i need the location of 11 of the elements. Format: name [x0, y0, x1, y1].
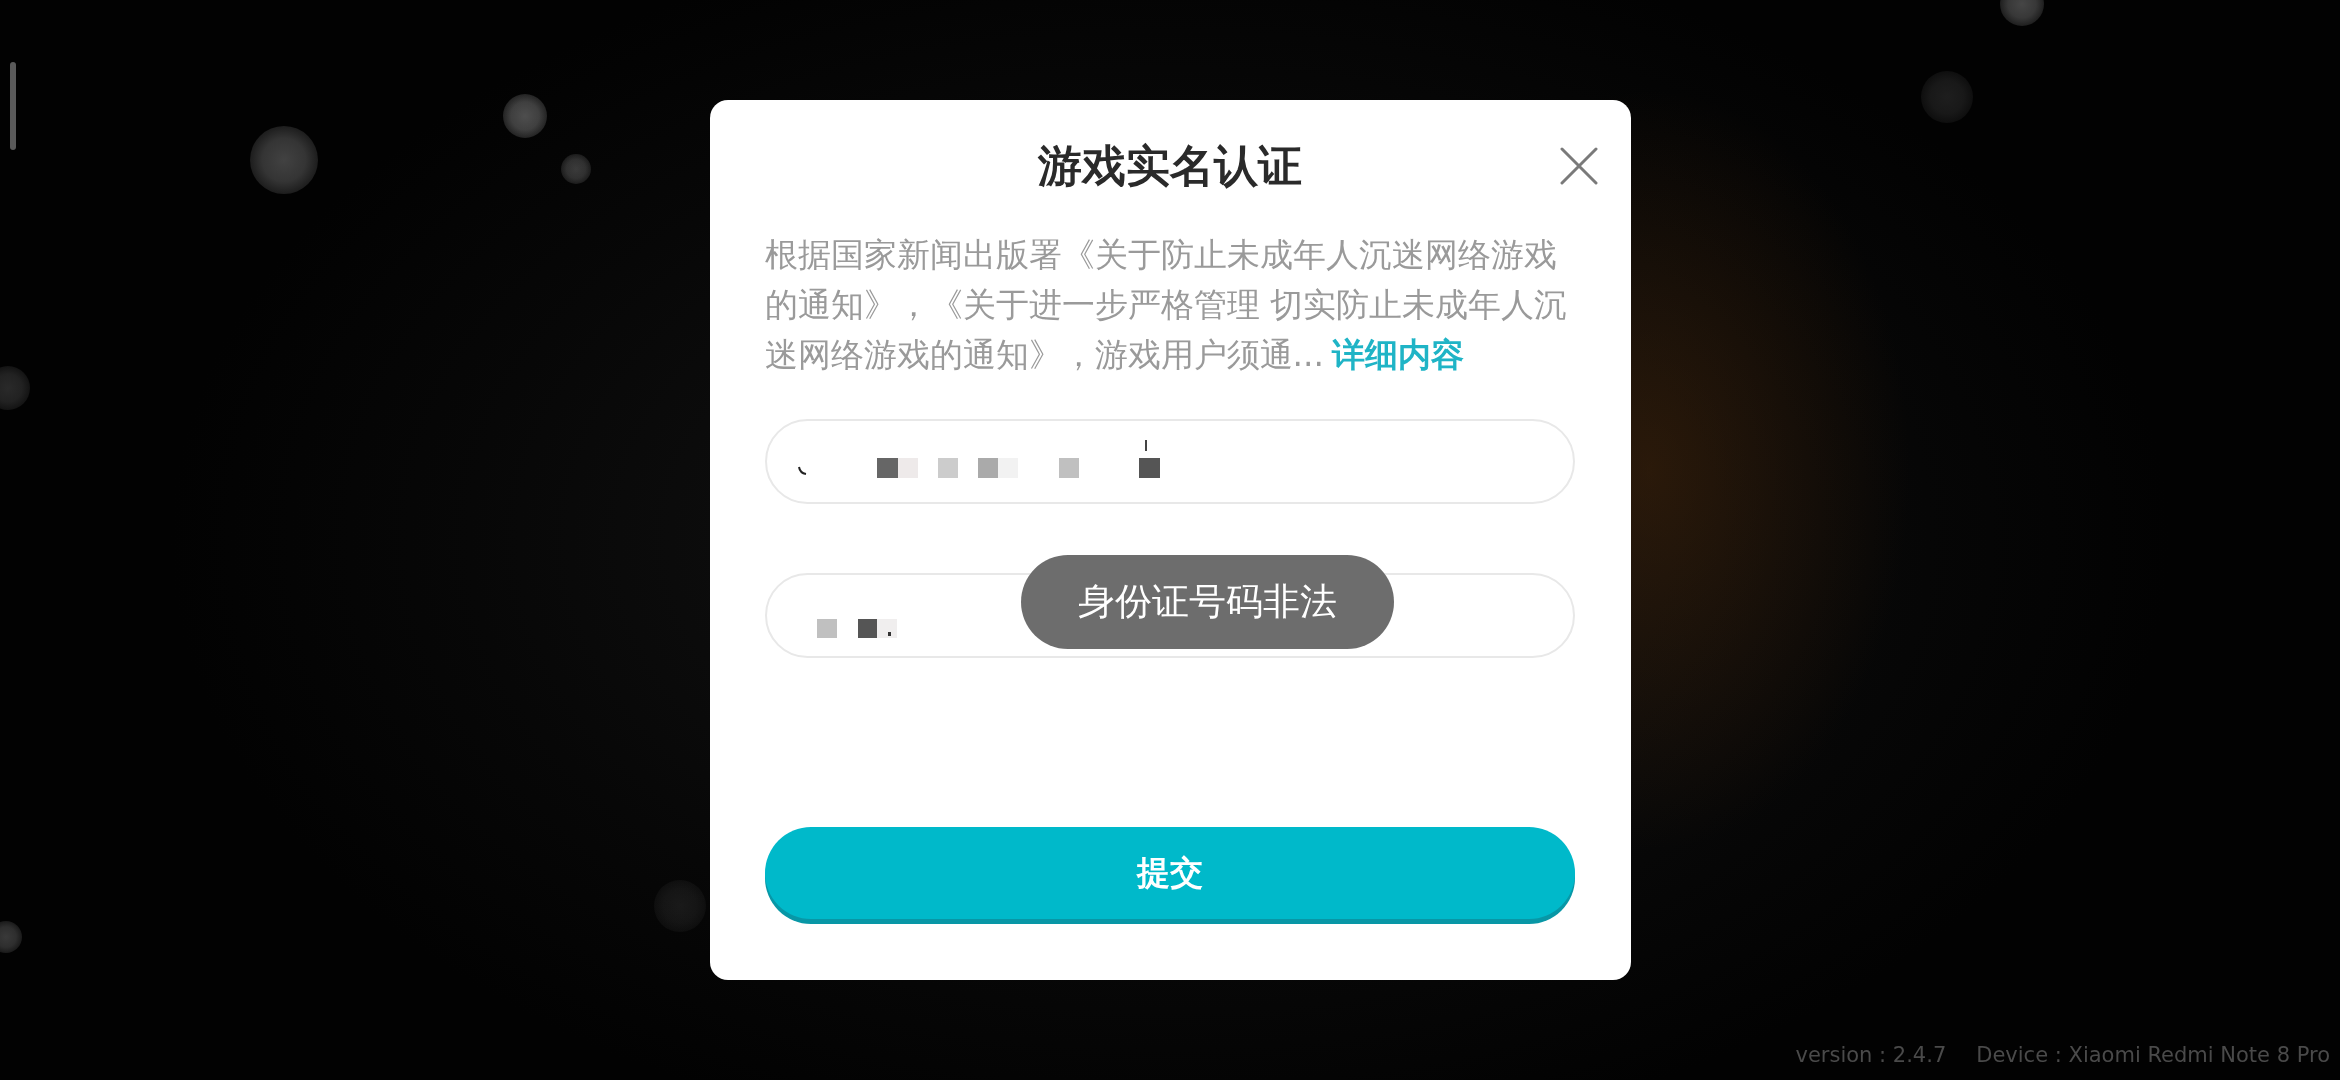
details-link[interactable]: 详细内容 [1332, 335, 1464, 374]
close-icon [1559, 147, 1598, 185]
error-toast: 身份证号码非法 [1021, 555, 1394, 649]
notice-text: 根据国家新闻出版署《关于防止未成年人沉迷网络游戏的通知》，《关于进一步严格管理 切实防止未成年人沉迷网络游戏的通知》，游戏用户须通... 详细内容 [764, 234, 1568, 376]
device-label: Device : Xiaomi Redmi Note 8 Pro [1976, 1042, 2330, 1068]
bokeh-light [1921, 71, 1973, 123]
dialog-title: 游戏实名认证 [1037, 140, 1302, 192]
bokeh-light [561, 154, 591, 184]
bokeh-light [503, 94, 547, 138]
close-button[interactable] [1559, 147, 1598, 185]
version-label: version : 2.4.7 [1795, 1042, 1947, 1068]
